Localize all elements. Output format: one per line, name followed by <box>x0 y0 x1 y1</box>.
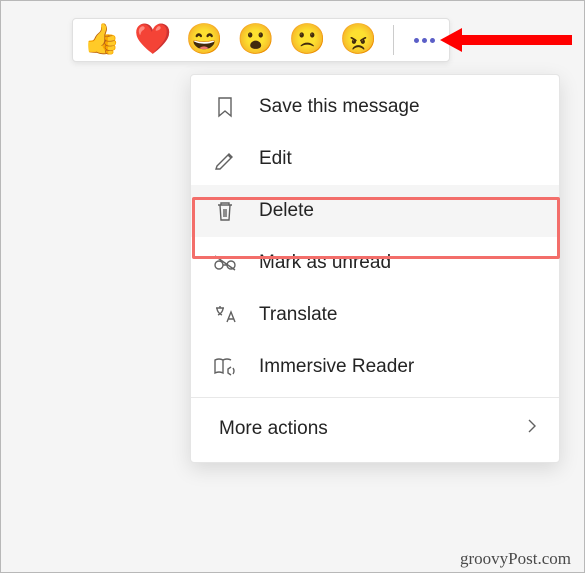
menu-item-label: Edit <box>259 148 292 170</box>
menu-item-label: More actions <box>219 418 328 440</box>
menu-item-edit[interactable]: Edit <box>191 133 559 185</box>
menu-item-translate[interactable]: Translate <box>191 289 559 341</box>
annotation-arrow <box>440 28 572 52</box>
menu-item-label: Save this message <box>259 96 420 118</box>
more-options-button[interactable] <box>410 34 439 47</box>
menu-item-label: Mark as unread <box>259 252 391 274</box>
translate-icon <box>213 303 237 327</box>
menu-item-immersive-reader[interactable]: Immersive Reader <box>191 341 559 393</box>
book-speaker-icon <box>213 355 237 379</box>
menu-item-save[interactable]: Save this message <box>191 81 559 133</box>
chevron-right-icon <box>527 418 537 440</box>
pencil-icon <box>213 147 237 171</box>
heart-reaction[interactable]: ❤️ <box>134 25 171 55</box>
menu-divider <box>191 397 559 398</box>
menu-item-more-actions[interactable]: More actions <box>191 402 559 456</box>
divider <box>393 25 394 55</box>
thumbs-up-reaction[interactable]: 👍 <box>83 25 120 55</box>
menu-item-label: Immersive Reader <box>259 356 414 378</box>
surprised-reaction[interactable]: 😮 <box>237 25 274 55</box>
menu-item-mark-unread[interactable]: Mark as unread <box>191 237 559 289</box>
trash-icon <box>213 199 237 223</box>
angry-reaction[interactable]: 😠 <box>340 25 377 55</box>
menu-item-delete[interactable]: Delete <box>191 185 559 237</box>
menu-item-label: Delete <box>259 200 314 222</box>
context-menu: Save this message Edit Delete Mark as un… <box>190 74 560 463</box>
glasses-off-icon <box>213 251 237 275</box>
sad-reaction[interactable]: 🙁 <box>288 25 325 55</box>
laugh-reaction[interactable]: 😄 <box>186 25 223 55</box>
reaction-bar: 👍 ❤️ 😄 😮 🙁 😠 <box>72 18 450 62</box>
bookmark-icon <box>213 95 237 119</box>
watermark-text: groovyPost.com <box>460 549 571 569</box>
menu-item-label: Translate <box>259 304 338 326</box>
